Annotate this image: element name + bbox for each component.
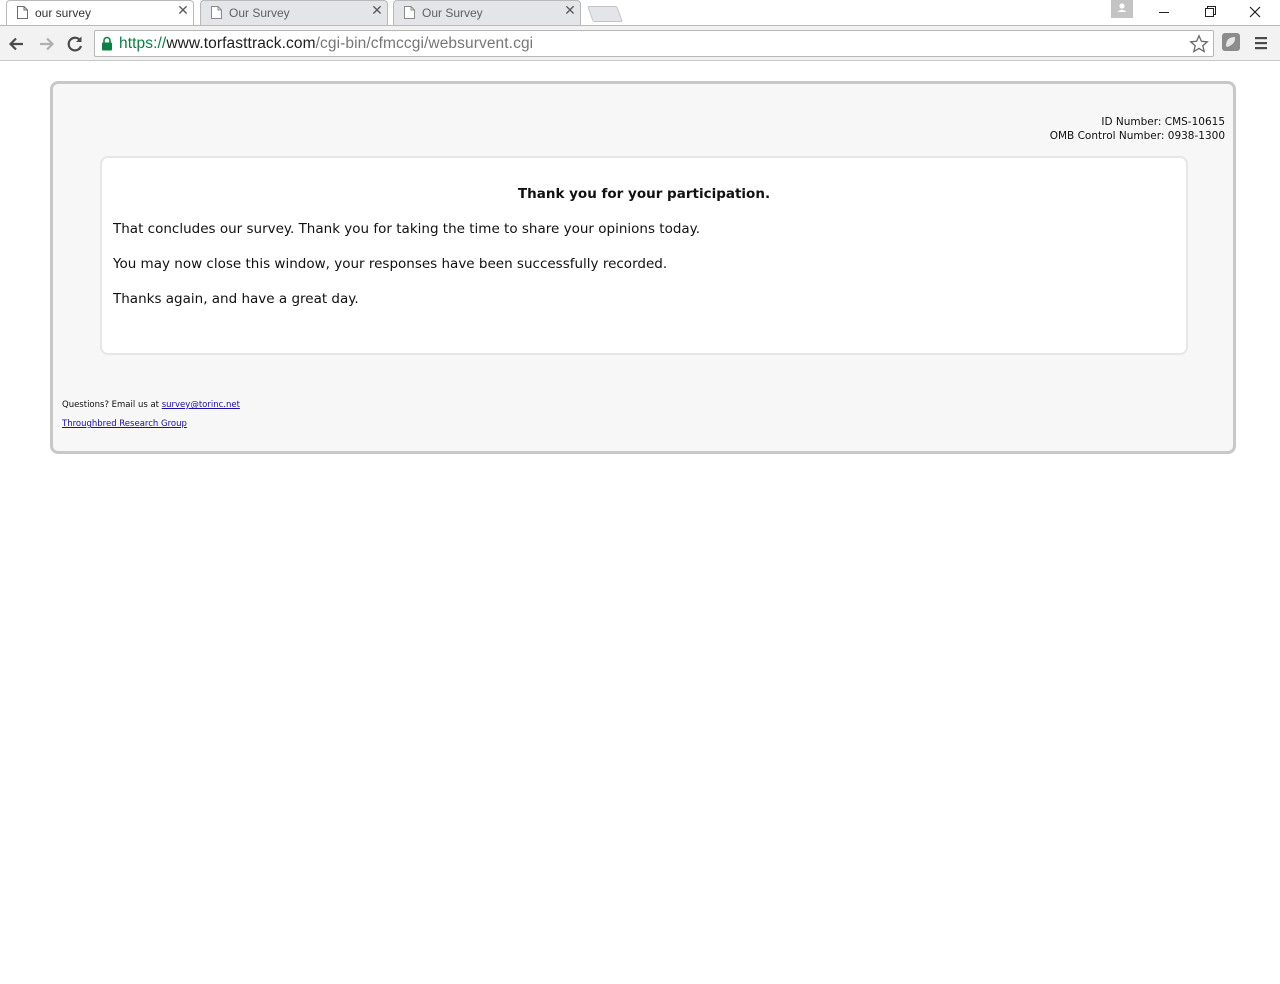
id-number: ID Number: CMS-10615 bbox=[1101, 116, 1225, 128]
bookmark-star-icon[interactable] bbox=[1189, 34, 1209, 54]
minimize-icon[interactable] bbox=[1141, 0, 1187, 24]
browser-titlebar: our survey ✕ Our Survey ✕ Our Survey ✕ bbox=[0, 0, 1280, 26]
menu-icon[interactable] bbox=[1253, 35, 1269, 51]
tab-title: Our Survey bbox=[229, 6, 290, 20]
restore-icon[interactable] bbox=[1186, 0, 1232, 24]
extension-icon[interactable] bbox=[1221, 32, 1241, 52]
tab-title: our survey bbox=[35, 6, 92, 20]
lock-icon bbox=[102, 36, 112, 51]
url-host: www.torfasttrack.com bbox=[166, 35, 316, 52]
tab-our-survey-active[interactable]: our survey ✕ bbox=[0, 0, 200, 26]
url-scheme: https:// bbox=[119, 35, 167, 52]
company-link[interactable]: Throughbred Research Group bbox=[62, 419, 187, 429]
page-icon bbox=[211, 6, 222, 19]
survey-container: ID Number: CMS-10615 OMB Control Number:… bbox=[50, 81, 1236, 454]
url-path: /cgi-bin/cfmccgi/websurvent.cgi bbox=[315, 35, 534, 52]
forward-arrow-icon[interactable] bbox=[35, 33, 57, 55]
profile-avatar-icon[interactable] bbox=[1111, 0, 1133, 18]
page-icon bbox=[404, 6, 415, 19]
back-arrow-icon[interactable] bbox=[6, 33, 28, 55]
email-link[interactable]: survey@torinc.net bbox=[162, 400, 240, 410]
tab-close-icon[interactable]: ✕ bbox=[563, 4, 577, 18]
farewell-text: Thanks again, and have a great day. bbox=[113, 291, 359, 307]
close-window-text: You may now close this window, your resp… bbox=[113, 256, 668, 272]
questions-line: Questions? Email us at survey@torinc.net bbox=[62, 400, 240, 410]
thank-you-heading: Thank you for your participation. bbox=[517, 186, 771, 202]
page-icon bbox=[17, 6, 28, 19]
questions-prefix: Questions? Email us at bbox=[62, 400, 162, 410]
tab-close-icon[interactable]: ✕ bbox=[370, 4, 384, 18]
form-identifiers: ID Number: CMS-10615 OMB Control Number:… bbox=[1050, 115, 1225, 143]
conclusion-text: That concludes our survey. Thank you for… bbox=[113, 221, 701, 237]
browser-toolbar: https://www.torfasttrack.com/cgi-bin/cfm… bbox=[0, 25, 1280, 61]
reload-icon[interactable] bbox=[64, 33, 86, 55]
tab-our-survey-2[interactable]: Our Survey ✕ bbox=[194, 0, 394, 26]
url-text[interactable]: https://www.torfasttrack.com/cgi-bin/cfm… bbox=[119, 35, 533, 53]
tab-title: Our Survey bbox=[422, 6, 483, 20]
new-tab-button[interactable] bbox=[587, 6, 623, 22]
address-bar[interactable]: https://www.torfasttrack.com/cgi-bin/cfm… bbox=[94, 30, 1214, 57]
close-window-icon[interactable] bbox=[1232, 0, 1278, 24]
tab-our-survey-3[interactable]: Our Survey ✕ bbox=[387, 0, 587, 26]
tab-close-icon[interactable]: ✕ bbox=[176, 4, 190, 18]
page-content: ID Number: CMS-10615 OMB Control Number:… bbox=[0, 62, 1280, 984]
thank-you-panel: Thank you for your participation. That c… bbox=[100, 156, 1188, 355]
company-line: Throughbred Research Group bbox=[62, 419, 187, 429]
omb-control-number: OMB Control Number: 0938-1300 bbox=[1049, 130, 1225, 142]
